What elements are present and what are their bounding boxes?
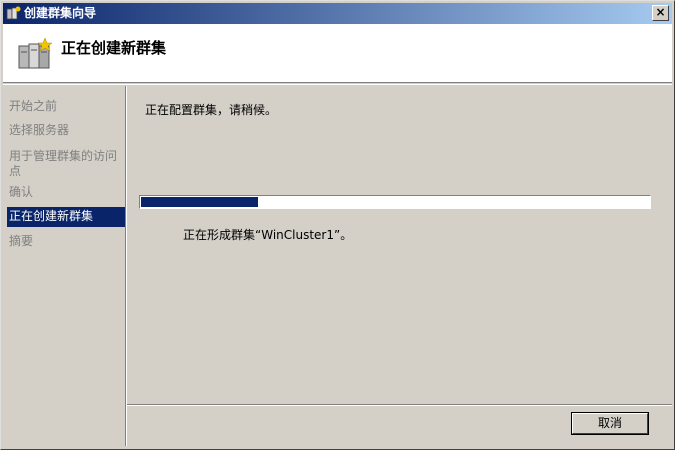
cluster-servers-icon <box>18 37 53 69</box>
close-icon: × <box>655 5 666 19</box>
wizard-steps-nav: 开始之前 选择服务器 用于管理群集的访问点 确认 正在创建新群集 摘要 <box>3 86 125 446</box>
status-message: 正在配置群集，请稍候。 <box>145 103 278 117</box>
progress-bar-fill <box>141 197 258 207</box>
cluster-app-icon <box>6 6 21 20</box>
window-title: 创建群集向导 <box>24 6 97 20</box>
progress-detail: 正在形成群集“WinCluster1”。 <box>183 228 353 242</box>
page-title: 正在创建新群集 <box>61 39 167 57</box>
title-bar[interactable]: 创建群集向导 × <box>3 3 672 24</box>
nav-step-confirmation: 确认 <box>9 185 34 199</box>
nav-step-select-servers: 选择服务器 <box>9 123 70 137</box>
footer-divider-highlight <box>127 405 672 406</box>
wizard-window: 创建群集向导 × 正在创建新群集 开始之前 选择服务器 用于管理群集的访问点 确… <box>0 0 675 450</box>
cancel-button[interactable]: 取消 <box>571 412 649 435</box>
wizard-header: 正在创建新群集 <box>3 24 672 83</box>
nav-step-summary: 摘要 <box>9 234 34 248</box>
close-button[interactable]: × <box>652 5 669 21</box>
nav-step-creating-cluster: 正在创建新群集 <box>7 207 125 227</box>
header-divider <box>3 84 672 85</box>
nav-step-access-point: 用于管理群集的访问点 <box>9 149 118 178</box>
nav-step-before-you-begin: 开始之前 <box>9 99 58 113</box>
progress-bar <box>139 195 651 209</box>
wizard-content: 正在配置群集，请稍候。 正在形成群集“WinCluster1”。 <box>127 86 672 404</box>
